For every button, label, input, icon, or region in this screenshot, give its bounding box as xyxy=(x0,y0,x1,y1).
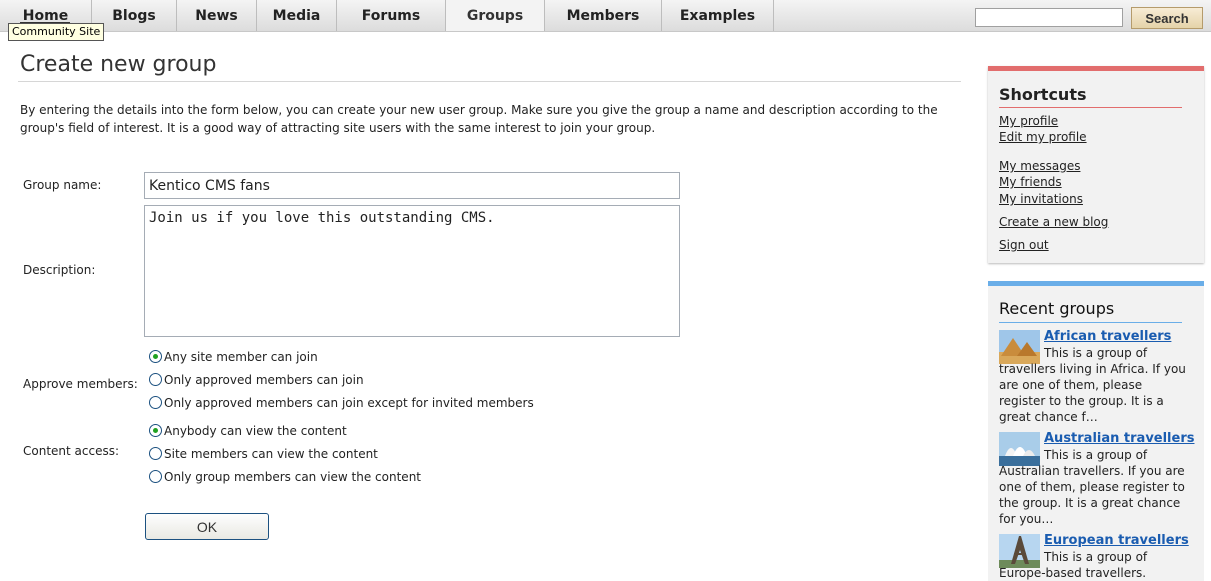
shortcuts-title: Shortcuts xyxy=(999,85,1087,104)
approve-option-label: Only approved members can join xyxy=(164,373,364,387)
content-option-anybody[interactable]: Anybody can view the content xyxy=(149,422,347,440)
search-button[interactable]: Search xyxy=(1131,7,1203,29)
radio-unselected-icon[interactable] xyxy=(149,396,162,409)
nav-item-forums[interactable]: Forums xyxy=(337,0,446,31)
approve-option-label: Only approved members can join except fo… xyxy=(164,396,534,410)
link-create-new-blog[interactable]: Create a new blog xyxy=(999,215,1108,229)
group-link-australian-travellers[interactable]: Australian travellers xyxy=(1044,431,1194,446)
nav-item-news[interactable]: News xyxy=(177,0,257,31)
link-edit-my-profile[interactable]: Edit my profile xyxy=(999,130,1087,144)
radio-selected-icon[interactable] xyxy=(149,350,162,363)
content-option-label: Anybody can view the content xyxy=(164,424,347,438)
page-title: Create new group xyxy=(20,52,217,77)
recent-groups-title: Recent groups xyxy=(999,299,1115,318)
content-option-label: Only group members can view the content xyxy=(164,470,421,484)
group-name-input[interactable] xyxy=(144,172,680,199)
approve-option-any[interactable]: Any site member can join xyxy=(149,348,318,366)
approve-option-approved-except-invited[interactable]: Only approved members can join except fo… xyxy=(149,394,534,412)
radio-unselected-icon[interactable] xyxy=(149,447,162,460)
group-name-label: Group name: xyxy=(23,178,102,192)
radio-selected-icon[interactable] xyxy=(149,424,162,437)
approve-option-label: Any site member can join xyxy=(164,350,318,364)
tooltip: Community Site xyxy=(8,23,105,41)
shortcuts-panel: Shortcuts My profile Edit my profile My … xyxy=(988,66,1204,263)
content-access-label: Content access: xyxy=(23,444,120,458)
group-description: This is a group of travellers living in … xyxy=(999,346,1186,424)
recent-groups-divider xyxy=(999,322,1182,323)
radio-unselected-icon[interactable] xyxy=(149,373,162,386)
link-my-friends[interactable]: My friends xyxy=(999,175,1062,189)
approve-members-label: Approve members: xyxy=(23,377,138,391)
nav-item-members[interactable]: Members xyxy=(545,0,662,31)
group-link-european-travellers[interactable]: European travellers xyxy=(1044,533,1189,548)
content-option-label: Site members can view the content xyxy=(164,447,378,461)
recent-groups-panel: Recent groups African travellers This is… xyxy=(988,281,1204,581)
group-link-african-travellers[interactable]: African travellers xyxy=(1044,329,1171,344)
group-description: This is a group of Australian travellers… xyxy=(999,448,1185,526)
intro-text: By entering the details into the form be… xyxy=(20,103,938,135)
nav-item-blogs[interactable]: Blogs xyxy=(92,0,177,31)
ok-button[interactable]: OK xyxy=(145,513,269,540)
content-option-site-members[interactable]: Site members can view the content xyxy=(149,445,378,463)
link-my-profile[interactable]: My profile xyxy=(999,114,1058,128)
approve-option-approved[interactable]: Only approved members can join xyxy=(149,371,364,389)
description-label: Description: xyxy=(23,263,96,277)
nav-item-media[interactable]: Media xyxy=(257,0,337,31)
content-option-group-members[interactable]: Only group members can view the content xyxy=(149,468,421,486)
title-divider xyxy=(18,81,961,82)
nav-item-groups[interactable]: Groups xyxy=(446,0,545,31)
link-my-invitations[interactable]: My invitations xyxy=(999,192,1083,206)
link-sign-out[interactable]: Sign out xyxy=(999,238,1049,252)
shortcuts-divider xyxy=(999,107,1182,108)
group-description: This is a group of Europe-based travelle… xyxy=(999,550,1148,580)
radio-unselected-icon[interactable] xyxy=(149,470,162,483)
link-my-messages[interactable]: My messages xyxy=(999,159,1080,173)
description-textarea[interactable]: Join us if you love this outstanding CMS… xyxy=(144,205,680,337)
search-input[interactable] xyxy=(975,8,1123,27)
nav-item-examples[interactable]: Examples xyxy=(662,0,774,31)
